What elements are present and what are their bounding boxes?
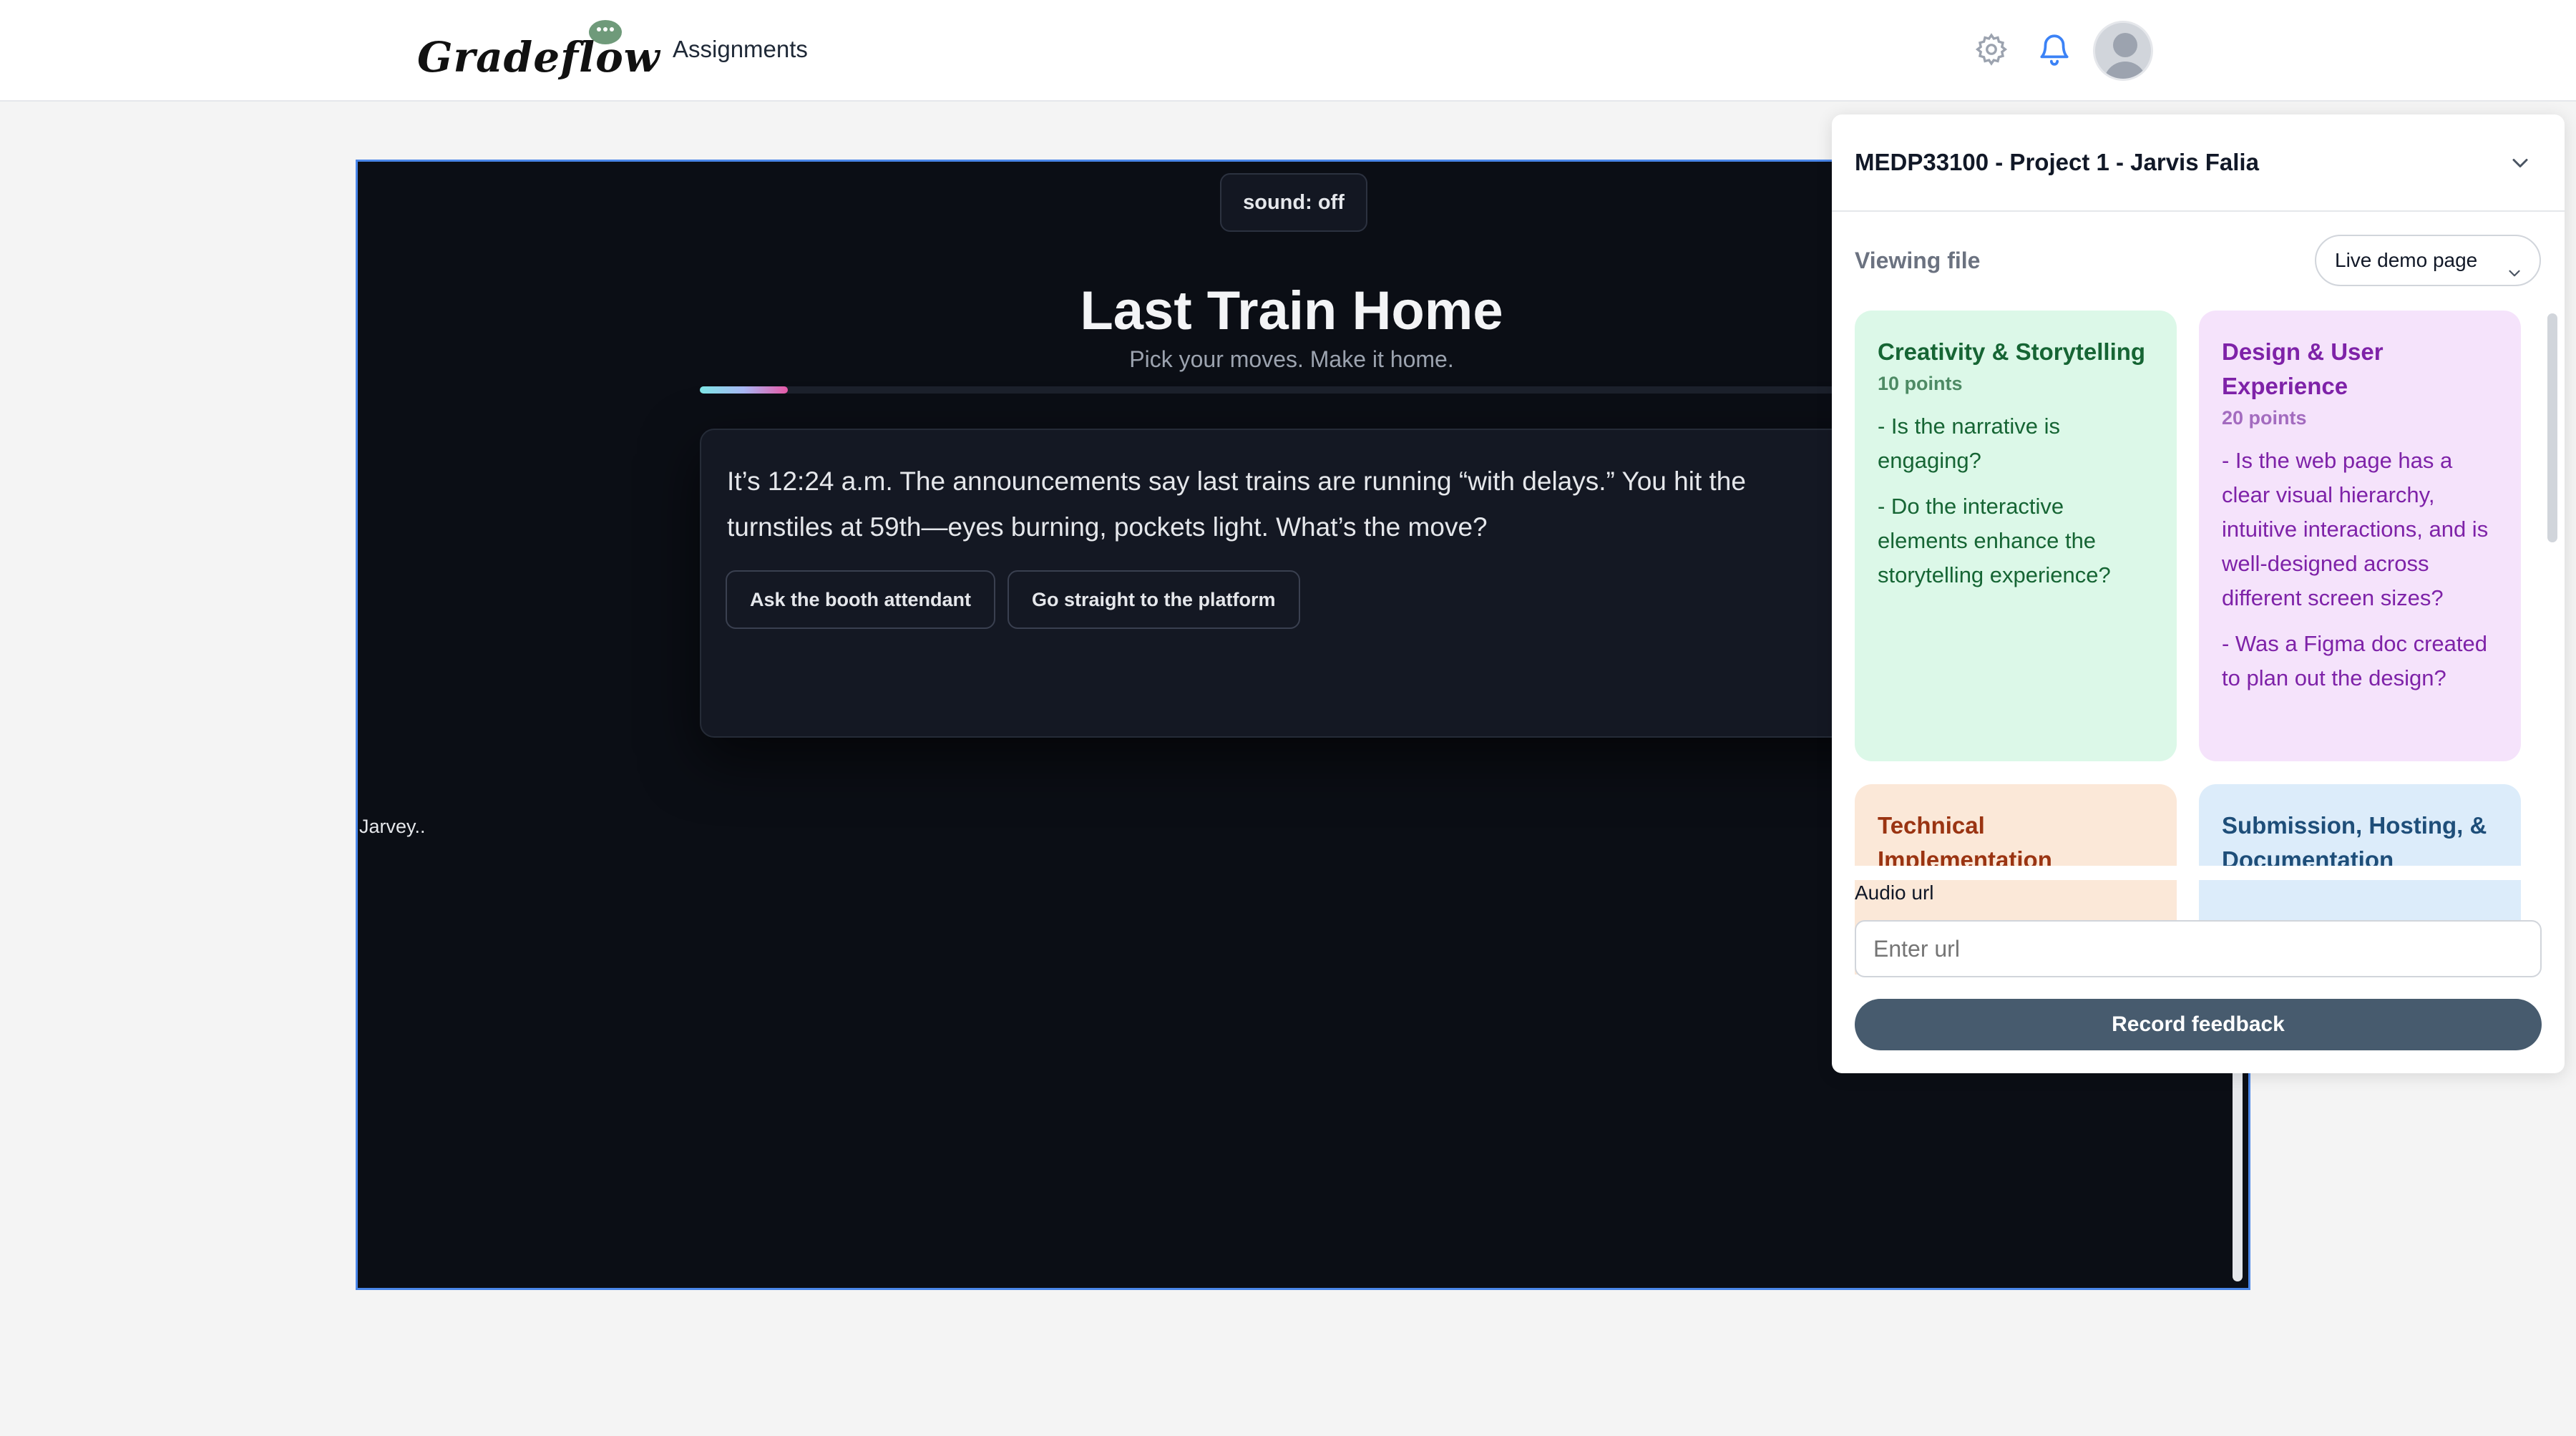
feedback-panel: MEDP33100 - Project 1 - Jarvis Falia Vie… [1832,114,2565,1073]
logo-text: Gradeflow [417,33,660,82]
viewing-file-label: Viewing file [1855,248,1981,273]
rubric-item: - Was a Figma doc created to plan out th… [2222,631,2487,690]
rubric-points: 10 points [1878,373,1963,394]
top-navigation: Gradeflow Assignments [0,0,2576,102]
gradeflow-logo[interactable]: Gradeflow [417,20,660,82]
rubric-card-design: Design & User Experience 20 points - Is … [2199,311,2521,761]
rubric-card-creativity: Creativity & Storytelling 10 points - Is… [1855,311,2177,761]
file-select-dropdown[interactable]: Live demo page [2315,235,2541,286]
avatar-head [2113,33,2137,57]
chevron-down-icon[interactable] [2507,150,2533,176]
rubric-points: 20 points [2222,407,2307,429]
rubric-item: - Is the narrative is engaging? [1878,414,2060,473]
record-feedback-button[interactable]: Record feedback [1855,999,2542,1050]
choice-ask-booth-attendant-button[interactable]: Ask the booth attendant [726,570,995,629]
rubric-title: Design & User Experience [2222,338,2384,399]
gear-icon[interactable] [1974,31,2009,67]
audio-url-input[interactable] [1855,920,2542,977]
story-progress-bar [700,386,1959,394]
sound-toggle-button[interactable]: sound: off [1220,173,1367,232]
panel-scrollbar[interactable] [2547,313,2557,657]
chat-bubble-icon [589,20,622,44]
bell-icon[interactable] [2036,31,2072,67]
nav-assignments-link[interactable]: Assignments [673,36,808,63]
author-label: Jarvey.. [359,816,426,837]
panel-title: MEDP33100 - Project 1 - Jarvis Falia [1855,149,2259,175]
avatar-body [2104,62,2147,79]
panel-header[interactable]: MEDP33100 - Project 1 - Jarvis Falia [1832,114,2565,212]
rubric-cutoff [1832,866,2565,880]
avatar[interactable] [2093,21,2153,81]
chevron-down-icon [2505,252,2524,277]
rubric-item: - Is the web page has a clear visual hie… [2222,448,2489,610]
story-progress-fill [700,386,789,394]
rubric-title: Creativity & Storytelling [1878,338,2146,365]
choice-go-to-platform-button[interactable]: Go straight to the platform [1008,570,1300,629]
audio-url-label: Audio url [1855,881,1934,904]
story-card: It’s 12:24 a.m. The announcements say la… [700,429,1959,738]
rubric-item: - Do the interactive elements enhance th… [1878,494,2111,587]
file-select-value: Live demo page [2335,249,2478,271]
story-text: It’s 12:24 a.m. The announcements say la… [727,467,1746,542]
